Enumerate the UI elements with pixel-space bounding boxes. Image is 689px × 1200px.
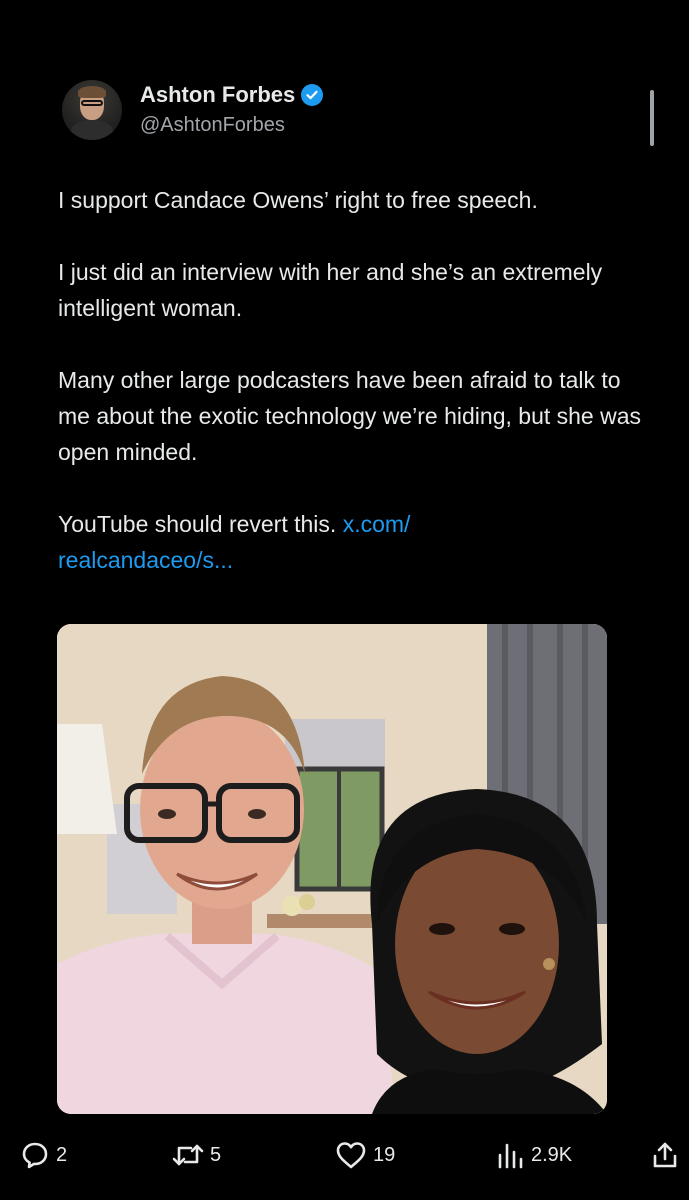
tweet-paragraph-4-text: YouTube should revert this.: [58, 511, 337, 537]
author-handle[interactable]: @AshtonForbes: [140, 114, 323, 137]
scrollbar[interactable]: [650, 90, 654, 146]
tweet-photo[interactable]: [57, 624, 607, 1114]
reply-count: 2: [56, 1143, 68, 1166]
verified-badge-icon: [301, 84, 324, 106]
repost-count: 5: [210, 1143, 222, 1166]
tweet-paragraph-4: YouTube should revert this. x.com/ realc…: [58, 506, 658, 578]
views-count: 2.9K: [531, 1143, 573, 1166]
photo-illustration: [57, 624, 607, 1114]
repost-button[interactable]: 5: [172, 1140, 221, 1170]
reply-icon: [22, 1142, 48, 1169]
author-info[interactable]: Ashton Forbes @AshtonForbes: [140, 82, 324, 137]
avatar[interactable]: [62, 80, 122, 140]
tweet-text: I support Candace Owens’ right to free s…: [58, 182, 658, 578]
avatar-body: [70, 120, 114, 140]
name-row: Ashton Forbes: [140, 82, 324, 108]
like-count: 19: [373, 1143, 396, 1166]
tweet-paragraph-1: I support Candace Owens’ right to free s…: [58, 187, 538, 213]
reply-button[interactable]: 2: [20, 1140, 67, 1170]
share-icon: [653, 1142, 677, 1168]
tweet-link-part-2[interactable]: realcandaceo/s...: [58, 547, 233, 573]
tweet-paragraph-2: I just did an interview with her and she…: [58, 259, 603, 321]
tweet-paragraph-3: Many other large podcasters have been af…: [58, 367, 642, 465]
like-button[interactable]: 19: [335, 1140, 395, 1170]
avatar-glasses: [81, 100, 103, 106]
views-button[interactable]: 2.9K: [495, 1140, 572, 1170]
tweet-actions: 2 5 19 2.9K: [0, 1130, 689, 1180]
tweet-header: Ashton Forbes @AshtonForbes: [62, 78, 662, 148]
author-display-name[interactable]: Ashton Forbes: [140, 82, 295, 108]
repost-icon: [172, 1144, 204, 1166]
share-button[interactable]: [650, 1140, 680, 1170]
avatar-hair: [78, 86, 106, 98]
heart-icon: [336, 1142, 366, 1169]
views-chart-icon: [498, 1143, 523, 1169]
tweet-link-part-1[interactable]: x.com/: [343, 511, 411, 537]
